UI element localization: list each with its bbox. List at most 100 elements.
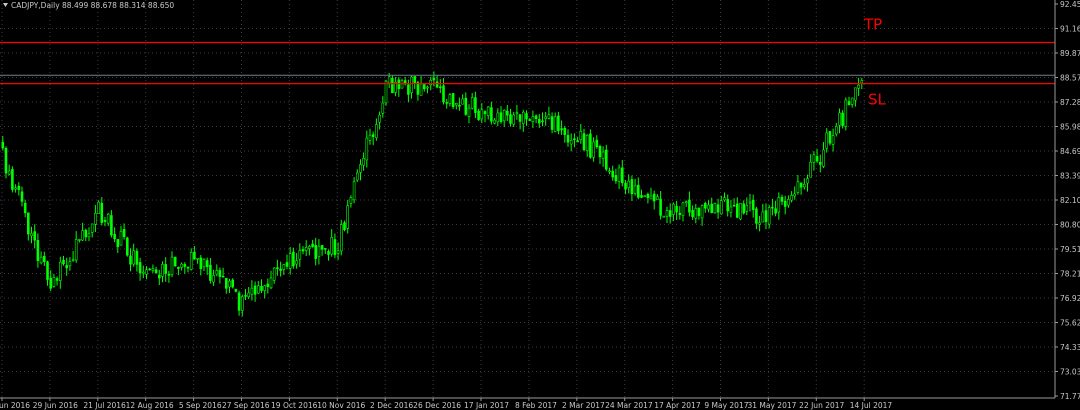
candle-body <box>279 268 282 271</box>
candle-body <box>349 197 353 204</box>
candle-body <box>617 167 621 182</box>
candle-body <box>777 197 781 213</box>
price-tick-label: 87.280 <box>1060 98 1080 107</box>
candle-body <box>164 264 167 274</box>
candle-body <box>732 205 736 207</box>
candle-body <box>480 109 484 120</box>
candle-body <box>496 112 500 123</box>
stop-loss-annotation: SL <box>868 91 887 109</box>
trade-levels[interactable]: 88.65090.37588.210 <box>0 37 1080 89</box>
candle-body <box>244 295 247 297</box>
candle-body <box>448 94 452 104</box>
candle-body <box>553 116 557 132</box>
candle-body <box>186 266 190 269</box>
candle-body <box>145 269 148 275</box>
candle-body <box>317 245 321 257</box>
price-tick-label: 92.455 <box>1060 0 1080 9</box>
candle-body <box>11 169 14 190</box>
candle-body <box>285 262 289 267</box>
price-chart[interactable]: 88.65090.37588.210 92.455 91.165 89.870 88.… <box>0 0 1080 410</box>
candle-body <box>541 120 544 123</box>
candle-body <box>74 239 78 261</box>
candle-body <box>831 135 835 145</box>
candle-body <box>633 185 637 194</box>
candle-body <box>834 126 838 135</box>
candle-body <box>675 206 678 213</box>
candle-body <box>713 203 717 214</box>
candle-body <box>672 203 675 215</box>
candle-body <box>183 264 187 267</box>
candle-body <box>822 149 825 167</box>
candle-body <box>135 250 139 265</box>
candle-body <box>97 201 100 214</box>
candle-body <box>158 274 161 279</box>
price-tick-label: 85.985 <box>1060 123 1080 132</box>
candle-body <box>694 208 698 219</box>
time-tick-label: 26 Dec 2016 <box>413 401 461 410</box>
candle-body <box>346 205 350 229</box>
candle-body <box>716 204 720 213</box>
candle-body <box>173 256 177 267</box>
candle-body <box>253 285 257 295</box>
candle-body <box>579 131 583 141</box>
price-tick-label: 76.920 <box>1060 294 1080 303</box>
candle-body <box>585 135 589 151</box>
candle-body <box>560 128 563 131</box>
candle-body <box>355 172 359 181</box>
candle-body <box>55 278 59 281</box>
price-tick-label: 88.575 <box>1060 74 1080 83</box>
time-tick-label: 14 Jul 2017 <box>850 401 893 410</box>
candle-body <box>426 86 429 89</box>
candle-body <box>751 199 755 210</box>
candle-body <box>177 266 180 269</box>
candle-body <box>256 285 260 294</box>
candle-body <box>640 195 643 198</box>
time-tick-label: 24 Mar 2017 <box>605 401 653 410</box>
candle-body <box>493 119 496 124</box>
candle-body <box>812 154 816 163</box>
symbol-menu-triangle-icon[interactable] <box>3 3 8 7</box>
candle-body <box>787 199 790 206</box>
candle-body <box>247 292 250 297</box>
candle-body <box>454 103 458 106</box>
candle-body <box>518 114 522 122</box>
candle-body <box>509 114 512 124</box>
candle-body <box>129 255 132 265</box>
candle-body <box>231 279 234 288</box>
candle-body <box>4 147 8 174</box>
time-axis: 7 Jun 201629 Jun 2016 21 Jul 201612 Aug 2… <box>0 398 892 410</box>
candle-body <box>36 240 40 262</box>
candle-body <box>758 222 761 225</box>
price-tick-label: 80.805 <box>1060 221 1080 230</box>
candle-body <box>308 246 311 249</box>
candle-body <box>65 265 68 269</box>
price-tick-label: 83.395 <box>1060 172 1080 181</box>
time-tick-label: 10 Nov 2016 <box>317 401 365 410</box>
candle-body <box>339 224 343 252</box>
candle-body <box>678 212 682 215</box>
take-profit-annotation: TP <box>863 16 882 34</box>
candle-body <box>116 239 120 248</box>
candle-body <box>815 156 819 162</box>
candle-body <box>438 86 442 89</box>
candle-body <box>336 250 340 254</box>
candle-body <box>474 97 477 113</box>
price-tick-label: 84.690 <box>1060 147 1080 156</box>
candle-body <box>646 193 650 199</box>
candle-body <box>154 269 158 274</box>
candle-body <box>49 277 53 289</box>
candle-body <box>263 285 267 291</box>
candle-body <box>84 229 88 238</box>
candle-body <box>42 255 46 263</box>
candle-body <box>592 141 595 158</box>
time-tick-label: 9 May 2017 <box>704 401 748 410</box>
candle-body <box>378 114 381 123</box>
candle-body <box>844 99 848 127</box>
candle-body <box>298 250 302 260</box>
candle-body <box>122 229 126 238</box>
candlestick-series <box>1 71 864 317</box>
candle-body <box>352 181 356 201</box>
candle-body <box>550 116 554 130</box>
candle-body <box>531 116 535 122</box>
candle-body <box>525 113 528 120</box>
